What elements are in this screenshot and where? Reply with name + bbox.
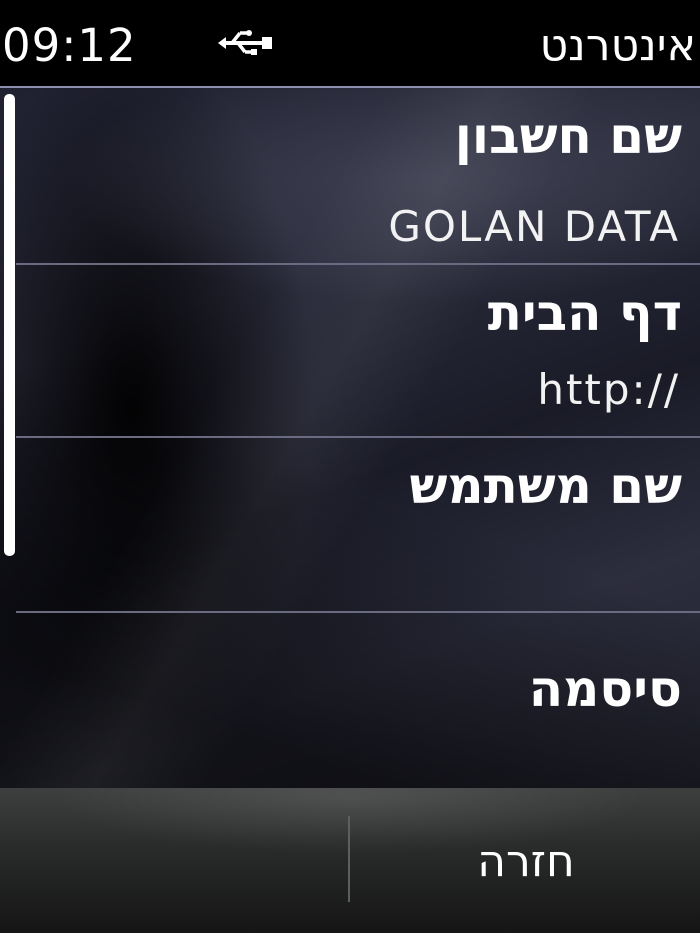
app-title: אינטרנט xyxy=(539,20,696,71)
usb-connection-icon xyxy=(218,30,272,55)
softkey-divider xyxy=(348,816,350,902)
setting-label: סיסמה xyxy=(528,660,682,718)
setting-account-name[interactable]: שם חשבון GOLAN DATA xyxy=(16,88,700,265)
scrollbar[interactable] xyxy=(4,94,15,556)
back-button[interactable]: חזרה xyxy=(352,788,700,933)
status-bar: 09:12 אינטרנט xyxy=(0,0,700,88)
setting-username[interactable]: שם משתמש xyxy=(16,438,700,613)
screen: 09:12 אינטרנט שם חשבון GOLAN DATA דף הבי… xyxy=(0,0,700,933)
setting-label: דף הבית xyxy=(487,284,682,342)
clock: 09:12 xyxy=(2,19,137,72)
back-label: חזרה xyxy=(477,836,575,887)
softkey-bar: חזרה xyxy=(0,788,700,933)
setting-password[interactable]: סיסמה xyxy=(16,613,700,788)
setting-label: שם חשבון xyxy=(454,107,682,165)
setting-value: http:// xyxy=(537,365,680,414)
left-softkey[interactable] xyxy=(0,788,348,933)
settings-list: שם חשבון GOLAN DATA דף הבית http:// שם מ… xyxy=(0,88,700,788)
setting-homepage[interactable]: דף הבית http:// xyxy=(16,265,700,438)
setting-label: שם משתמש xyxy=(409,457,683,515)
setting-value: GOLAN DATA xyxy=(388,202,680,251)
